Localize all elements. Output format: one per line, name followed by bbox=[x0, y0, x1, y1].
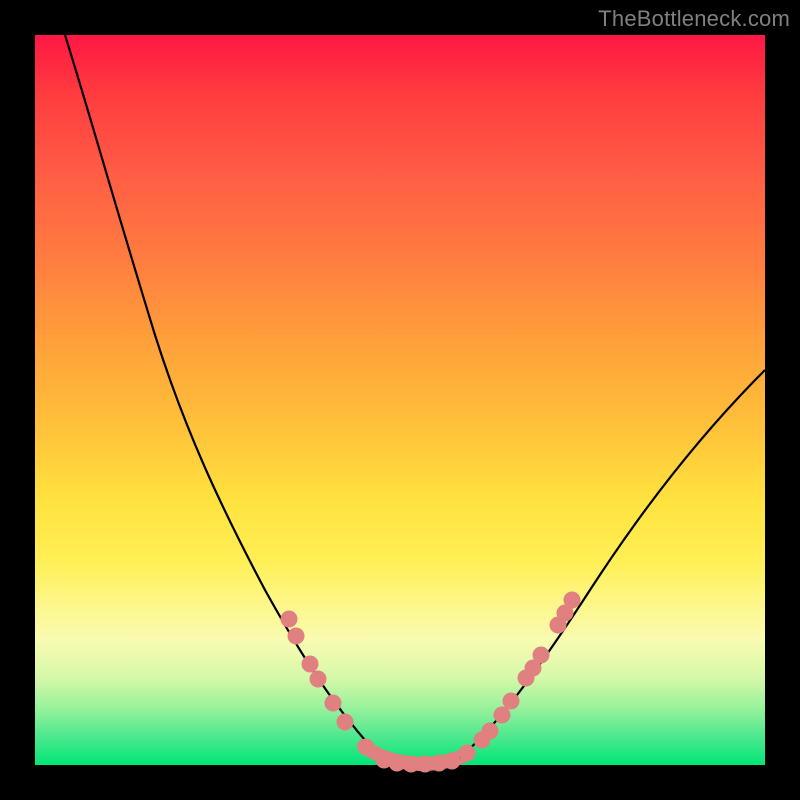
data-dot bbox=[503, 693, 520, 710]
data-dot bbox=[288, 628, 305, 645]
data-dot bbox=[358, 739, 375, 756]
data-dot bbox=[459, 745, 476, 762]
data-dot bbox=[302, 656, 319, 673]
data-dot bbox=[564, 592, 581, 609]
data-dot bbox=[337, 714, 354, 731]
outer-frame: TheBottleneck.com bbox=[0, 0, 800, 800]
curve-left bbox=[65, 35, 384, 761]
data-dot bbox=[325, 695, 342, 712]
data-dot bbox=[494, 707, 511, 724]
dot-group bbox=[281, 592, 581, 773]
data-dot bbox=[482, 723, 499, 740]
data-dot bbox=[310, 671, 327, 688]
curve-right bbox=[455, 370, 765, 761]
data-dot bbox=[444, 753, 461, 770]
curve-svg bbox=[35, 35, 765, 765]
data-dot bbox=[533, 647, 550, 664]
watermark-text: TheBottleneck.com bbox=[598, 6, 790, 32]
data-dot bbox=[281, 611, 298, 628]
